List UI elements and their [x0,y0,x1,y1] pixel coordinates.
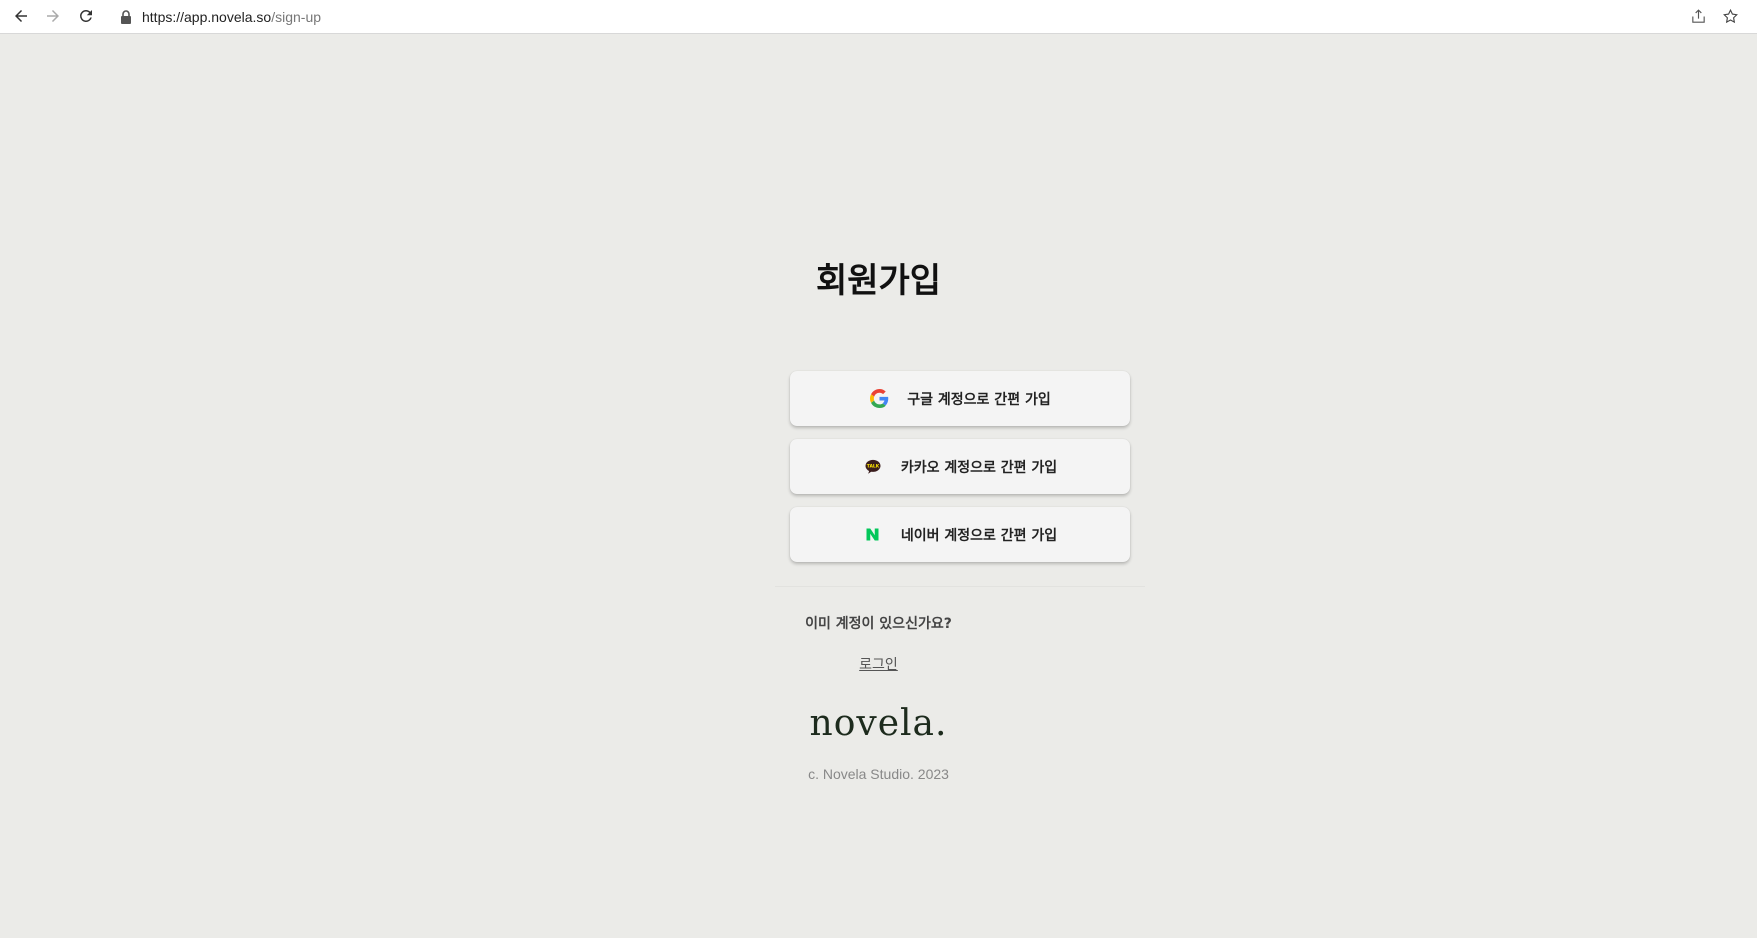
url-host: https://app.novela.so [142,9,272,25]
share-button[interactable] [1687,5,1709,27]
url-path: /sign-up [271,9,322,25]
google-icon [869,389,889,409]
browser-toolbar: https://app.novela.so/sign-up [0,0,1757,34]
share-icon [1691,8,1705,23]
naver-signup-label: 네이버 계정으로 간편 가입 [900,527,1058,544]
reload-button[interactable] [75,5,97,27]
back-button[interactable] [10,5,32,27]
address-bar[interactable]: https://app.novela.so/sign-up [120,0,321,34]
lock-icon [121,10,131,24]
svg-text:TALK: TALK [867,463,880,469]
arrow-left-icon [15,10,27,22]
login-link[interactable]: 로그인 [859,657,898,673]
star-icon [1722,8,1738,23]
google-signup-label: 구글 계정으로 간편 가입 [907,391,1051,408]
kakao-signup-button[interactable]: TALK 카카오 계정으로 간편 가입 [790,439,1130,494]
arrow-right-icon [47,10,59,22]
page-title: 회원가입 [815,261,942,301]
naver-signup-button[interactable]: 네이버 계정으로 간편 가입 [790,507,1130,562]
copyright-text: c. Novela Studio. 2023 [808,766,949,782]
login-link-wrapper: 로그인 [0,654,1757,674]
reload-icon [80,9,92,22]
already-have-account-text: 이미 계정이 있으신가요? [805,616,952,632]
google-signup-button[interactable]: 구글 계정으로 간편 가입 [790,371,1130,426]
novela-logo: novela. [809,703,948,744]
naver-icon [863,525,883,545]
url-text: https://app.novela.so/sign-up [142,9,321,25]
signup-page: 회원가입 구글 계정으로 간편 가입 TALK 카카오 계정으로 간편 가입 네… [0,35,1757,938]
forward-button[interactable] [42,5,64,27]
kakao-signup-label: 카카오 계정으로 간편 가입 [900,459,1058,476]
bookmark-button[interactable] [1719,5,1741,27]
kakao-talk-icon: TALK [863,457,883,477]
divider [775,586,1145,587]
